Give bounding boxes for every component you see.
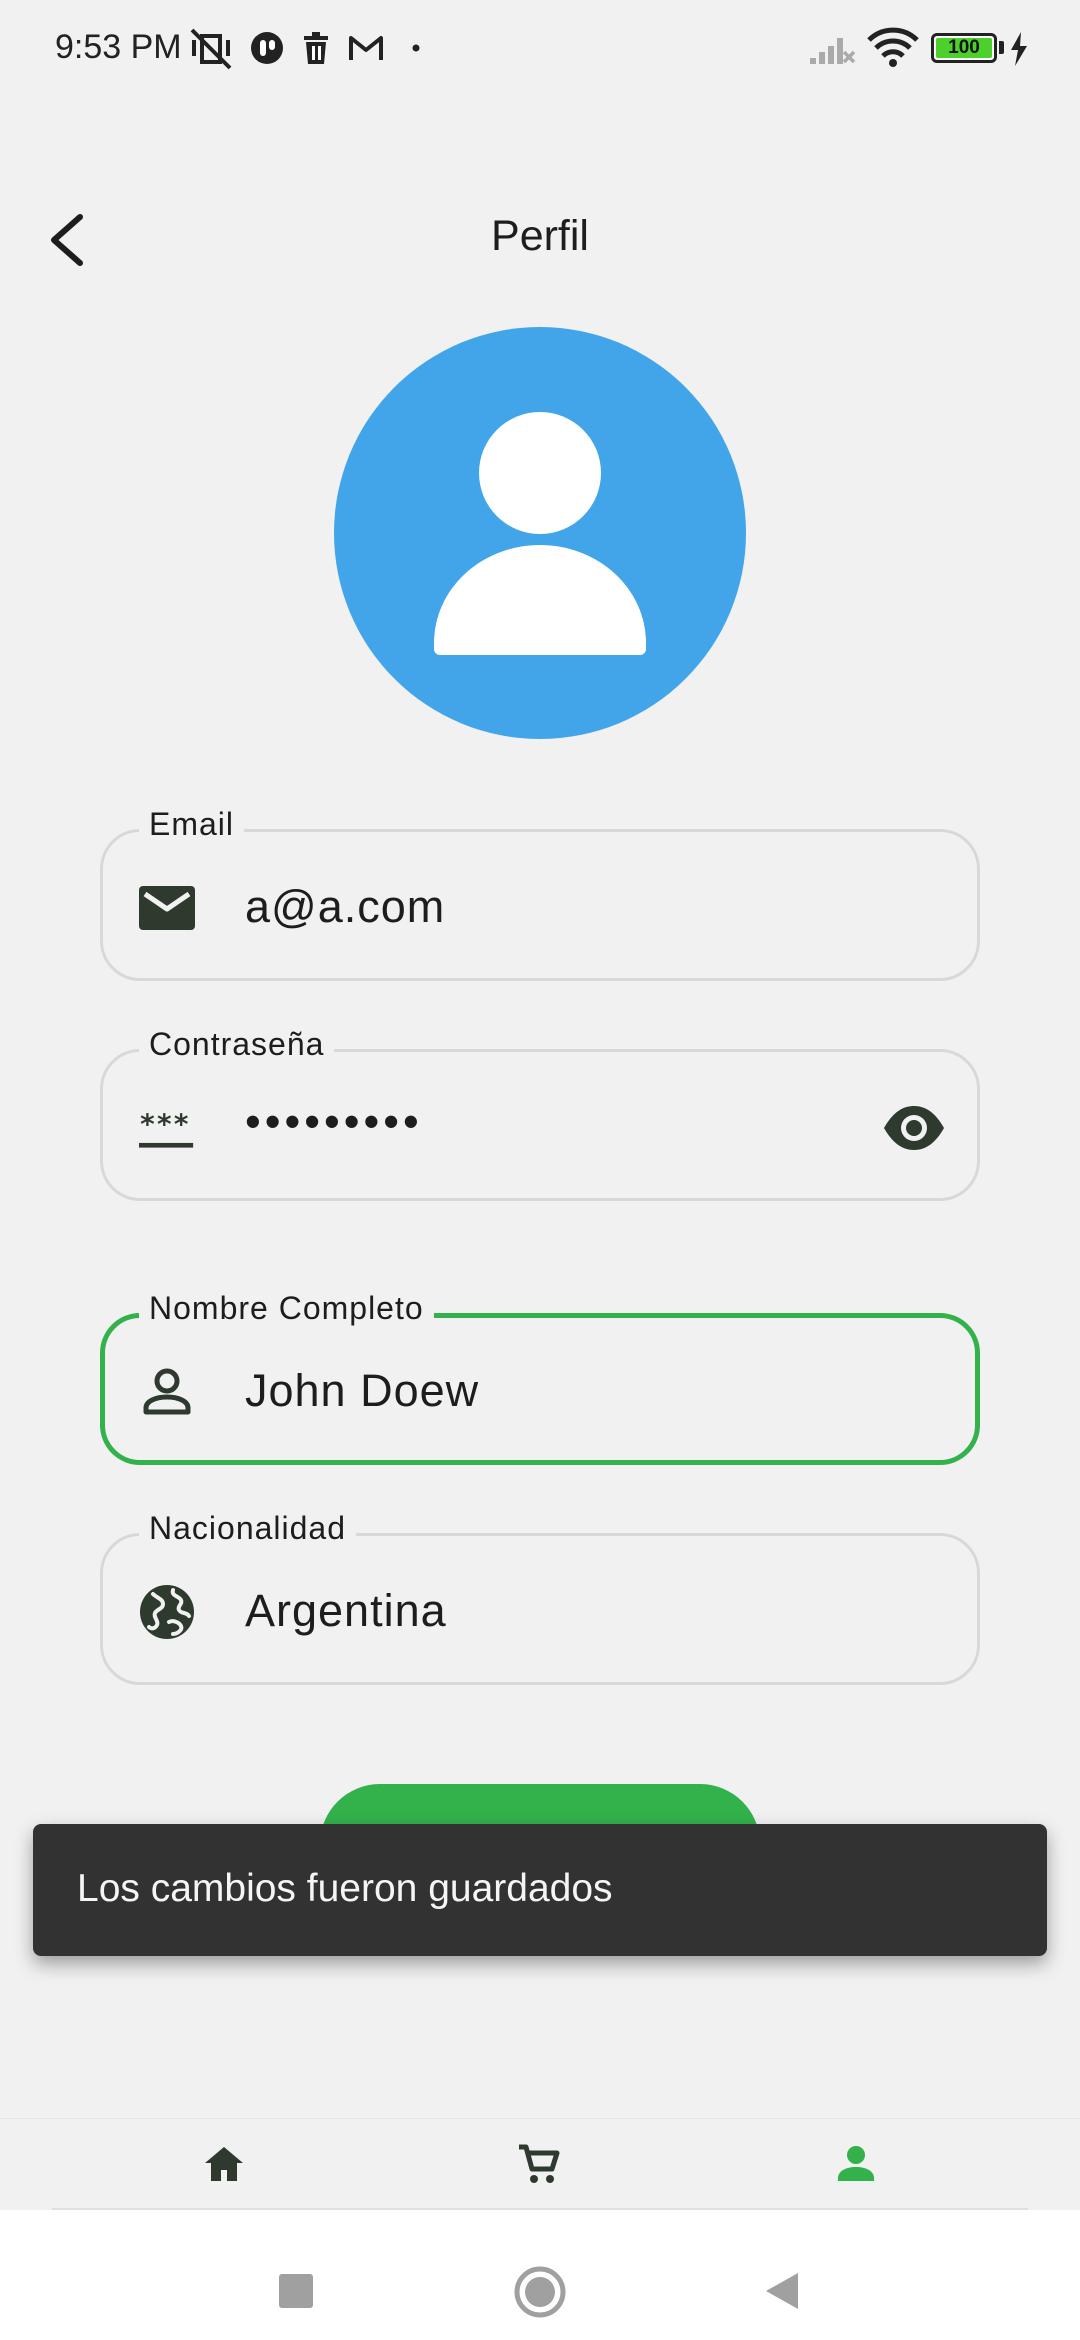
nationality-label: Nacionalidad xyxy=(139,1510,357,1547)
back-triangle-icon[interactable] xyxy=(762,2270,802,2312)
bottom-nav xyxy=(0,2118,1080,2210)
snackbar-message: Los cambios fueron guardados xyxy=(77,1867,613,1910)
trash-icon xyxy=(304,32,328,64)
cart-icon[interactable] xyxy=(516,2141,562,2187)
snackbar: Los cambios fueron guardados xyxy=(33,1824,1047,1956)
email-field[interactable]: Email a@a.com xyxy=(100,806,980,981)
signal-icon xyxy=(810,38,856,64)
page-title: Perfil xyxy=(491,212,589,260)
charging-bolt-icon xyxy=(1011,32,1027,66)
home-circle-icon[interactable] xyxy=(514,2266,566,2318)
email-value: a@a.com xyxy=(245,881,446,932)
person-outline-icon xyxy=(143,1368,191,1415)
status-bar: 9:53 PM 100 xyxy=(0,0,1080,96)
password-field[interactable]: Contraseña *** ••••••••• xyxy=(100,1026,980,1201)
screen: 9:53 PM 100 Perfil Email a@a.com Contras… xyxy=(0,0,1080,2340)
battery-icon: 100 xyxy=(931,33,997,63)
mail-icon xyxy=(139,886,195,930)
wifi-icon xyxy=(867,27,919,67)
profile-nav-icon[interactable] xyxy=(833,2141,879,2187)
password-icon: *** xyxy=(139,1108,194,1148)
person-icon xyxy=(434,412,646,655)
email-label: Email xyxy=(139,806,245,843)
recents-icon[interactable] xyxy=(278,2273,314,2309)
battery-nub xyxy=(999,41,1004,54)
vibrate-off-icon xyxy=(190,28,232,70)
status-time: 9:53 PM xyxy=(55,28,182,66)
full-name-field[interactable]: Nombre Completo John Doew xyxy=(100,1290,980,1465)
password-label: Contraseña xyxy=(139,1026,335,1063)
nationality-value: Argentina xyxy=(245,1585,447,1636)
full-name-value: John Doew xyxy=(245,1365,480,1416)
gmail-icon xyxy=(349,36,383,60)
svg-text:***: *** xyxy=(139,1108,190,1141)
system-nav-bar xyxy=(0,2210,1080,2340)
password-value: ••••••••• xyxy=(245,1096,423,1147)
battery-level: 100 xyxy=(936,38,992,58)
eye-icon[interactable] xyxy=(881,1100,947,1156)
app-notification-icon xyxy=(251,32,283,64)
home-icon[interactable] xyxy=(201,2141,247,2187)
more-notifications-dot-icon xyxy=(412,44,420,52)
avatar xyxy=(334,327,746,739)
globe-icon xyxy=(140,1585,194,1639)
full-name-label: Nombre Completo xyxy=(139,1290,434,1327)
nationality-field[interactable]: Nacionalidad Argentina xyxy=(100,1510,980,1685)
